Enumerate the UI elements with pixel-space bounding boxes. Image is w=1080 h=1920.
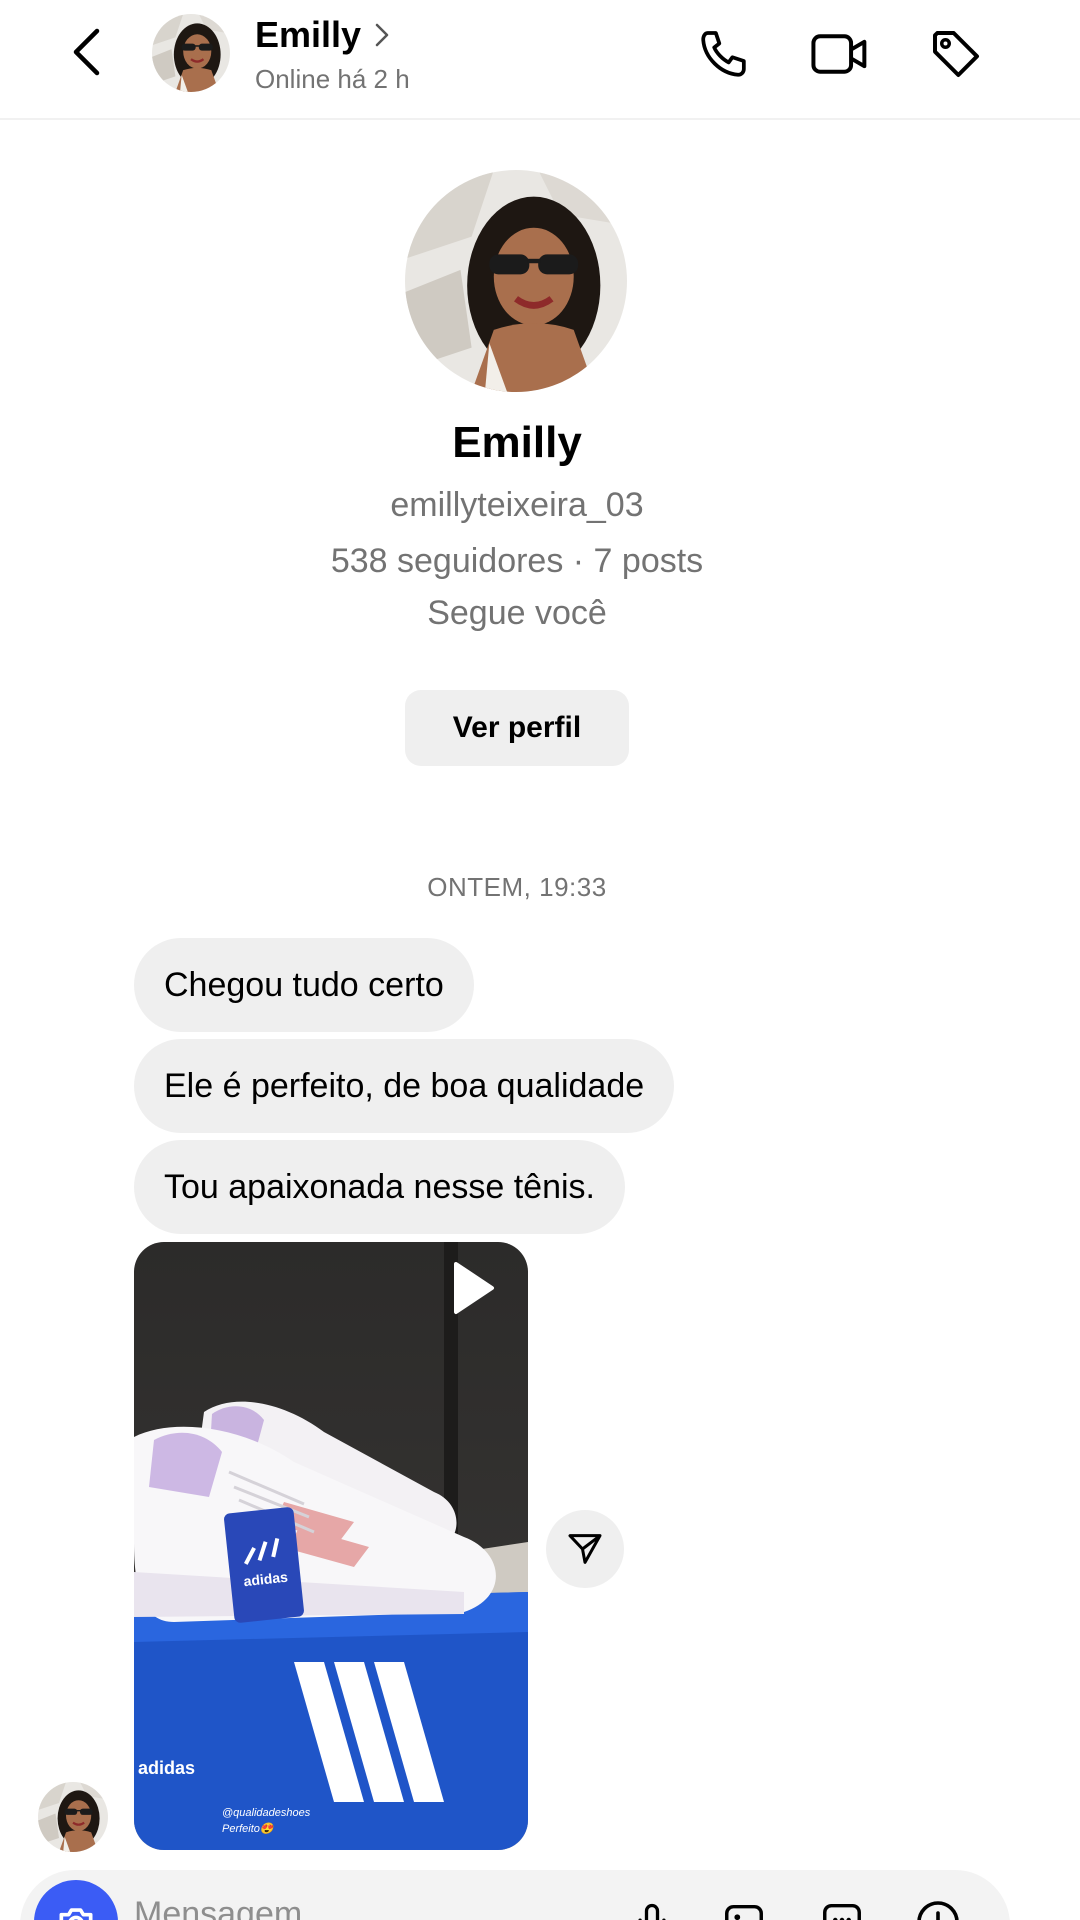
- camera-button[interactable]: [34, 1880, 118, 1920]
- message-bubble[interactable]: Ele é perfeito, de boa qualidade: [134, 1039, 675, 1133]
- camera-icon: [59, 1908, 93, 1920]
- sneaker-photo: adidas adidas @qualidadeshoes Perfeito😍: [134, 1242, 528, 1850]
- chevron-left-icon: [73, 28, 100, 76]
- more-options-button[interactable]: [910, 1894, 966, 1920]
- sender-avatar[interactable]: [38, 1782, 108, 1852]
- phone-icon: [701, 31, 746, 77]
- header-avatar[interactable]: [152, 14, 230, 92]
- message-composer: [20, 1870, 1010, 1920]
- sticker-button[interactable]: [814, 1894, 870, 1920]
- svg-text:@qualidadeshoes: @qualidadeshoes: [222, 1807, 311, 1819]
- call-button[interactable]: [692, 22, 756, 86]
- microphone-icon: [638, 1903, 666, 1920]
- message-text: Ele é perfeito, de boa qualidade: [164, 1066, 645, 1105]
- header-status: Online há 2 h: [255, 64, 410, 94]
- tag-icon: [933, 31, 979, 77]
- view-profile-button[interactable]: Ver perfil: [405, 690, 629, 766]
- share-button[interactable]: [546, 1510, 624, 1588]
- svg-text:adidas: adidas: [138, 1758, 195, 1778]
- follows-you-label: Segue você: [427, 594, 607, 632]
- profile-avatar[interactable]: [405, 170, 627, 392]
- message-input[interactable]: [134, 1884, 614, 1920]
- message-text: Chegou tudo certo: [164, 965, 444, 1004]
- message-timestamp: ONTEM, 19:33: [427, 872, 607, 902]
- video-camera-icon: [811, 34, 867, 74]
- message-bubble[interactable]: Tou apaixonada nesse tênis.: [134, 1140, 625, 1234]
- header-name: Emilly: [255, 14, 362, 55]
- plus-circle-icon: [917, 1901, 959, 1920]
- send-icon: [568, 1534, 602, 1564]
- back-button[interactable]: [64, 22, 108, 82]
- message-text: Tou apaixonada nesse tênis.: [164, 1167, 595, 1206]
- shared-reel[interactable]: adidas adidas @qualidadeshoes Perfeito😍: [134, 1242, 528, 1850]
- profile-name: Emilly: [452, 418, 582, 467]
- tag-button[interactable]: [924, 22, 988, 86]
- profile-username: emillyteixeira_03: [390, 486, 644, 524]
- voice-message-button[interactable]: [624, 1894, 680, 1920]
- chevron-right-icon: [375, 23, 389, 47]
- image-icon: [725, 1904, 763, 1920]
- gallery-button[interactable]: [716, 1894, 772, 1920]
- sticker-icon: [823, 1903, 861, 1920]
- chat-header: Emilly Online há 2 h: [0, 0, 1080, 120]
- video-call-button[interactable]: [808, 22, 872, 86]
- header-profile-link[interactable]: Emilly: [255, 14, 389, 56]
- svg-text:Perfeito😍: Perfeito😍: [222, 1822, 276, 1835]
- message-bubble[interactable]: Chegou tudo certo: [134, 938, 474, 1032]
- profile-stats: 538 seguidores · 7 posts: [330, 542, 704, 580]
